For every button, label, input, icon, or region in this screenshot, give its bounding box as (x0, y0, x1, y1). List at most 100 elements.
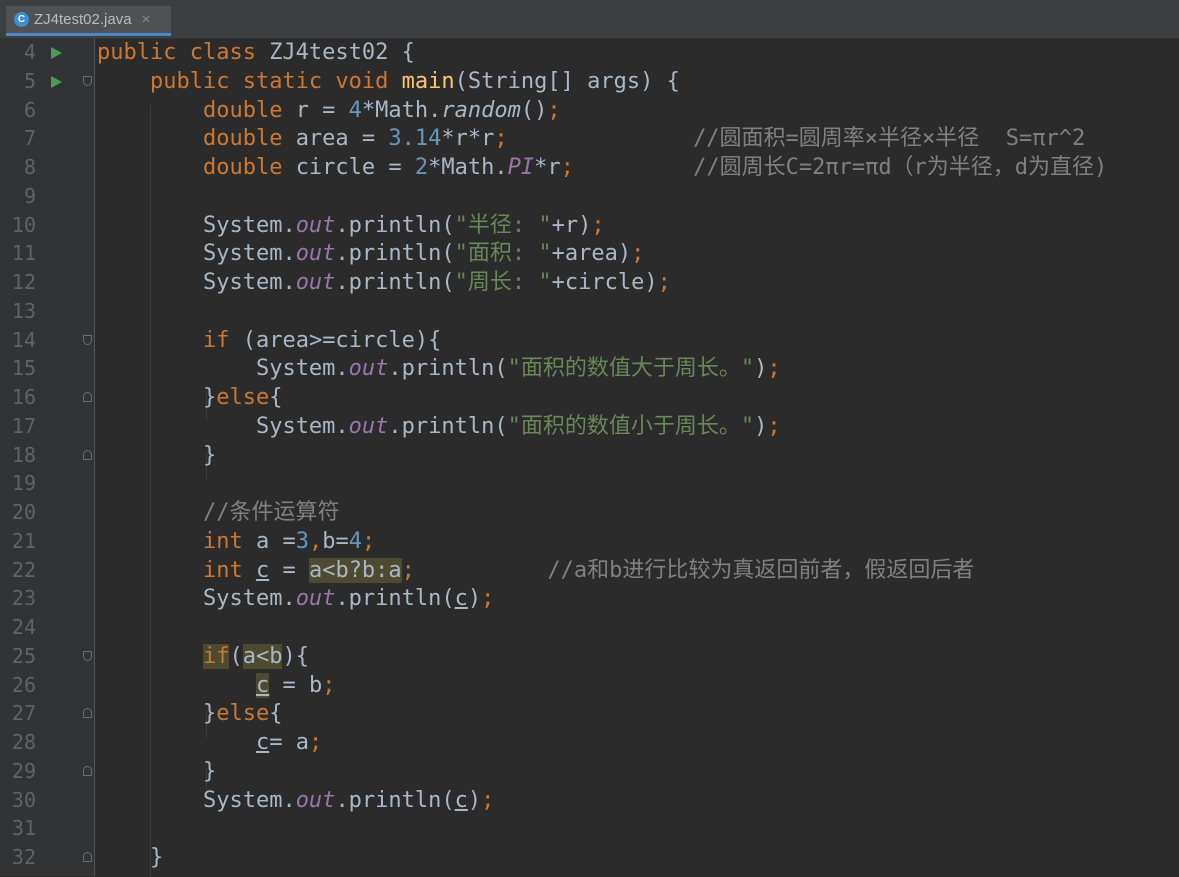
code-line[interactable]: 13 (0, 297, 1179, 326)
line-number: 9 (23, 183, 36, 208)
fold-open-icon[interactable] (83, 334, 92, 345)
code-text: c= a; (97, 728, 322, 757)
line-number: 30 (11, 787, 36, 812)
code-token: } (149, 845, 164, 870)
code-line[interactable]: 8 double circle = 2*Math.PI*r; //圆周长C=2π… (0, 153, 1179, 182)
code-line[interactable]: 22 int c = a<b?b:a; //a和b进行比较为真返回前者，假返回后… (0, 556, 1179, 585)
code-line[interactable]: 17 System.out.println("面积的数值小于周长。"); (0, 412, 1179, 441)
code-line[interactable]: 10 System.out.println("半径: "+r); (0, 211, 1179, 240)
code-text: //条件运算符 (97, 498, 340, 527)
code-text: } (97, 757, 216, 786)
code-line[interactable]: 25 if(a<b){ (0, 642, 1179, 671)
code-line[interactable]: 5 public static void main(String[] args)… (0, 67, 1179, 96)
code-token: //a和b进行比较为真返回前者，假返回后者 (547, 557, 975, 583)
line-number: 16 (11, 385, 36, 409)
code-text: double circle = 2*Math.PI*r; //圆周长C=2πr=… (97, 153, 1107, 182)
code-line[interactable]: 21 int a =3,b=4; (0, 527, 1179, 556)
code-token: () (520, 97, 548, 123)
code-token: if (202, 327, 243, 353)
code-line[interactable]: 20 //条件运算符 (0, 498, 1179, 527)
code-token: .println( (335, 586, 455, 612)
fold-close-icon[interactable] (83, 765, 92, 776)
line-number: 11 (11, 241, 36, 266)
code-line[interactable]: 4 public class ZJ4test02 { (0, 38, 1179, 67)
code-editor[interactable]: 4 public class ZJ4test02 {5 public static… (0, 38, 1179, 877)
code-token: ; (657, 270, 671, 295)
code-token: if (202, 643, 230, 669)
code-line[interactable]: 19 (0, 469, 1179, 498)
code-line[interactable]: 23 System.out.println(c); (0, 584, 1179, 613)
code-token: c (255, 557, 270, 583)
code-token: double (202, 155, 296, 180)
code-token: "周长: " (454, 270, 552, 295)
code-line[interactable]: 30 System.out.println(c); (0, 786, 1179, 815)
code-token: System. (202, 241, 296, 267)
code-text: System.out.println("面积的数值小于周长。"); (97, 412, 781, 441)
code-line[interactable]: 9 (0, 182, 1179, 211)
close-icon[interactable]: × (142, 11, 151, 28)
code-token: out (295, 270, 336, 295)
code-line[interactable]: 27 }else{ (0, 699, 1179, 728)
fold-open-icon[interactable] (83, 75, 92, 86)
code-token: System. (255, 356, 349, 382)
line-number: 13 (11, 298, 36, 323)
code-token: 4 (348, 528, 362, 554)
code-token: System. (202, 787, 296, 813)
fold-close-icon[interactable] (83, 392, 92, 402)
fold-open-icon[interactable] (83, 650, 92, 661)
code-token: circle = (295, 155, 415, 180)
code-token: "面积的数值大于周长。" (507, 356, 755, 382)
code-text: double area = 3.14*r*r; //圆面积=圆周率×半径×半径 … (97, 124, 1085, 153)
code-line[interactable]: 14 if (area>=circle){ (0, 326, 1179, 355)
code-token: c (255, 672, 270, 698)
run-icon[interactable] (51, 47, 62, 59)
code-token: ; (767, 413, 781, 439)
code-line[interactable]: 12 System.out.println("周长: "+circle); (0, 268, 1179, 297)
code-line[interactable]: 29 } (0, 757, 1179, 786)
code-line[interactable]: 26 c = b; (0, 671, 1179, 700)
code-line[interactable]: 11 System.out.println("面积: "+area); (0, 239, 1179, 268)
code-text: int a =3,b=4; (97, 527, 375, 556)
tab-title: ZJ4test02.java (34, 11, 132, 28)
code-token: //圆面积=圆周率×半径×半径 S=πr^2 (693, 126, 1086, 152)
code-token: ; (560, 155, 574, 180)
code-text: } (97, 843, 163, 872)
code-token: } (202, 701, 217, 727)
code-token: public class (97, 40, 270, 65)
file-tab[interactable]: C ZJ4test02.java × (6, 6, 171, 36)
code-token: public static void (149, 68, 402, 94)
code-token: a<b?b:a (308, 557, 402, 583)
fold-close-icon[interactable] (83, 852, 92, 862)
code-token: { (269, 385, 283, 410)
code-line[interactable]: 6 double r = 4*Math.random(); (0, 96, 1179, 125)
code-line[interactable]: 32 } (0, 843, 1179, 872)
code-token: else (216, 385, 270, 410)
code-line[interactable]: 24 (0, 613, 1179, 642)
fold-close-icon[interactable] (83, 449, 92, 460)
code-line[interactable]: 28 c= a; (0, 728, 1179, 757)
code-token: double (202, 126, 296, 152)
code-line[interactable]: 18 } (0, 441, 1179, 470)
code-line[interactable]: 15 System.out.println("面积的数值大于周长。"); (0, 354, 1179, 383)
line-number: 10 (11, 212, 36, 237)
code-text: if(a<b){ (97, 642, 309, 671)
fold-close-icon[interactable] (83, 708, 92, 719)
run-icon[interactable] (51, 75, 62, 88)
code-line[interactable]: 16 }else{ (0, 383, 1179, 412)
code-token: = b (269, 672, 323, 698)
code-line[interactable]: 7 double area = 3.14*r*r; //圆面积=圆周率×半径×半… (0, 124, 1179, 153)
code-line[interactable]: 31 (0, 814, 1179, 843)
code-token: System. (255, 413, 349, 439)
code-text: } (97, 441, 216, 470)
code-token: System. (202, 212, 296, 238)
code-token: a<b (242, 643, 283, 669)
code-text: }else{ (97, 383, 282, 412)
